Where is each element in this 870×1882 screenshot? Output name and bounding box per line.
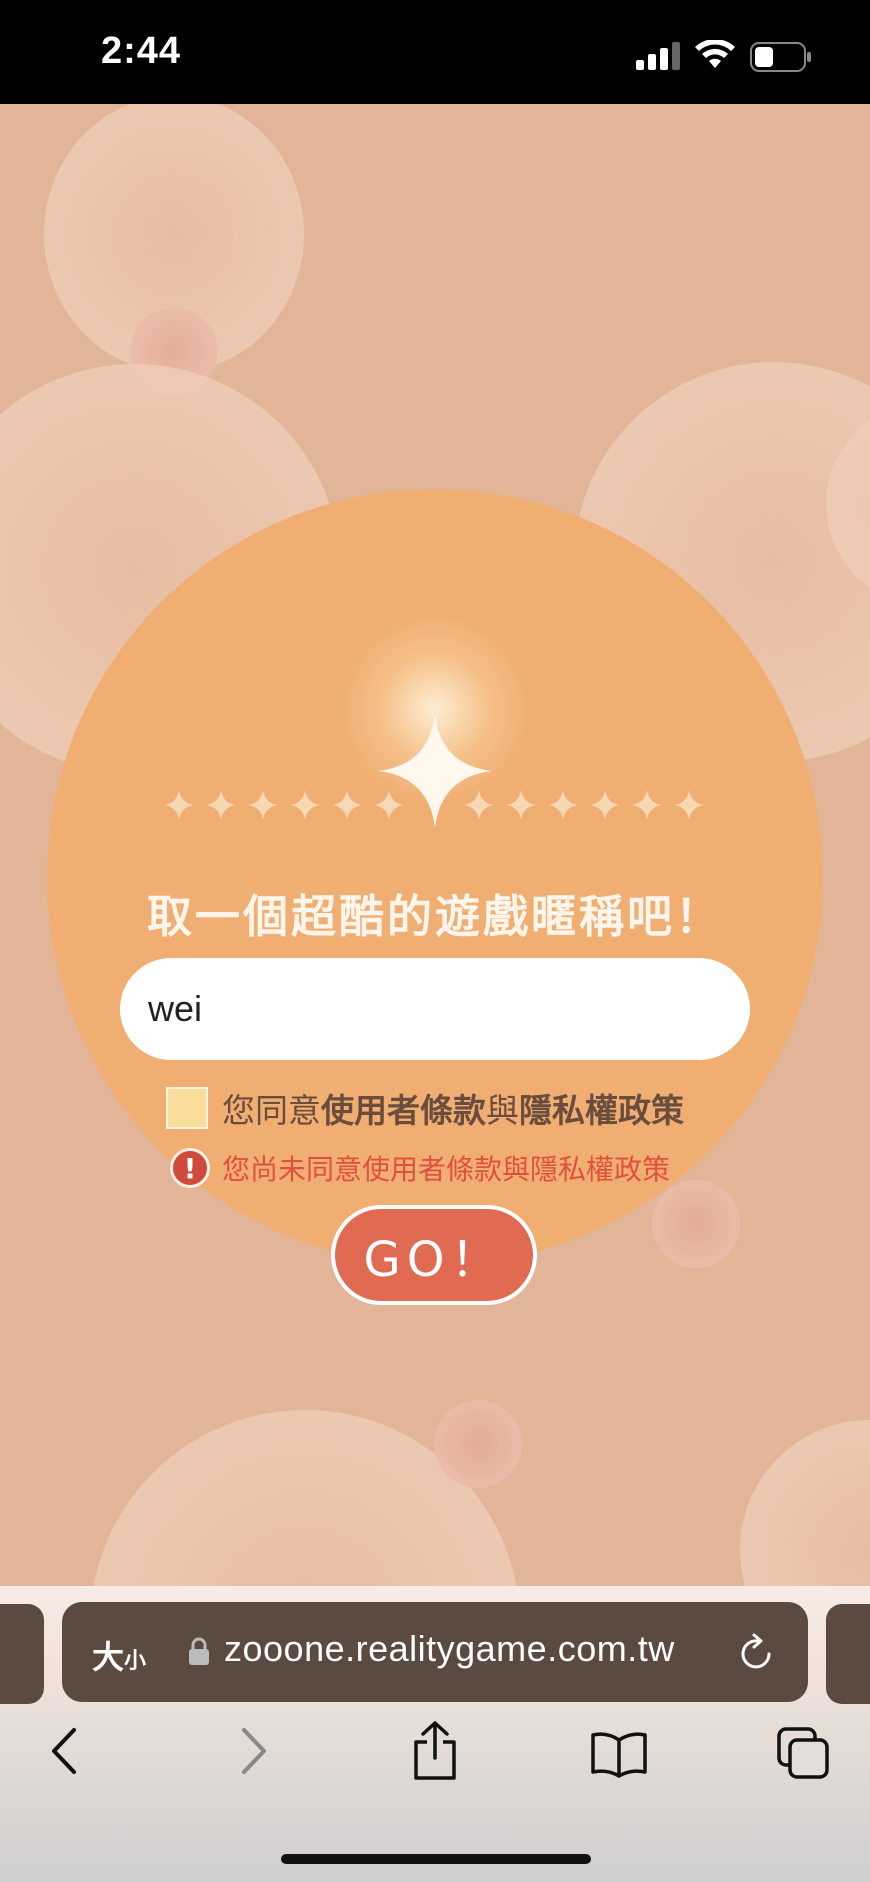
- battery-icon: [750, 42, 811, 72]
- signal-icon: [636, 42, 680, 70]
- bg-bubble: [740, 1420, 870, 1586]
- text-size-small-label: 小: [124, 1649, 147, 1674]
- browser-toolbar: 大小 zooone.realitygame.com.tw: [0, 1586, 870, 1882]
- error-message: 您尚未同意使用者條款與隱私權政策: [222, 1153, 671, 1186]
- text-size-label: 大: [92, 1638, 125, 1676]
- game-area: 取一個超酷的遊戲暱稱吧！ 您同意 使用者條款 與 隱私權政策 ! 您尚未同意使用…: [0, 104, 870, 1586]
- page-title: 取一個超酷的遊戲暱稱吧！: [146, 890, 723, 943]
- tabs-icon[interactable]: [776, 1726, 830, 1780]
- agree-row: 您同意 使用者條款 與 隱私權政策: [166, 1086, 684, 1130]
- share-icon[interactable]: [410, 1720, 460, 1782]
- error-icon: !: [170, 1148, 210, 1188]
- next-tab-preview[interactable]: [826, 1604, 870, 1704]
- privacy-link[interactable]: 隱私權政策: [519, 1084, 684, 1132]
- wifi-icon: [695, 40, 735, 68]
- status-bar: 2:44: [0, 0, 870, 104]
- status-time: 2:44: [101, 30, 182, 72]
- address-bar[interactable]: 大小 zooone.realitygame.com.tw: [62, 1602, 808, 1702]
- bookmarks-icon[interactable]: [590, 1730, 648, 1778]
- go-button[interactable]: GO！: [331, 1205, 537, 1305]
- url-text: zooone.realitygame.com.tw: [224, 1628, 675, 1669]
- bg-bubble: [652, 1180, 740, 1268]
- lock-icon: [189, 1637, 209, 1665]
- terms-link[interactable]: 使用者條款: [321, 1084, 486, 1132]
- bg-bubble: [434, 1400, 522, 1488]
- home-indicator: [281, 1854, 591, 1864]
- agree-connector: 與: [486, 1091, 519, 1130]
- agree-prefix: 您同意: [222, 1091, 321, 1130]
- reload-icon[interactable]: [738, 1632, 776, 1672]
- nickname-input[interactable]: [120, 958, 750, 1060]
- sparkle-row-decoration: [164, 790, 704, 820]
- back-icon[interactable]: [48, 1726, 82, 1776]
- previous-tab-preview[interactable]: [0, 1604, 44, 1704]
- text-size-button[interactable]: 大小: [92, 1632, 146, 1678]
- forward-icon[interactable]: [236, 1726, 270, 1776]
- agree-checkbox[interactable]: [166, 1087, 208, 1129]
- error-message-row: ! 您尚未同意使用者條款與隱私權政策: [170, 1146, 670, 1190]
